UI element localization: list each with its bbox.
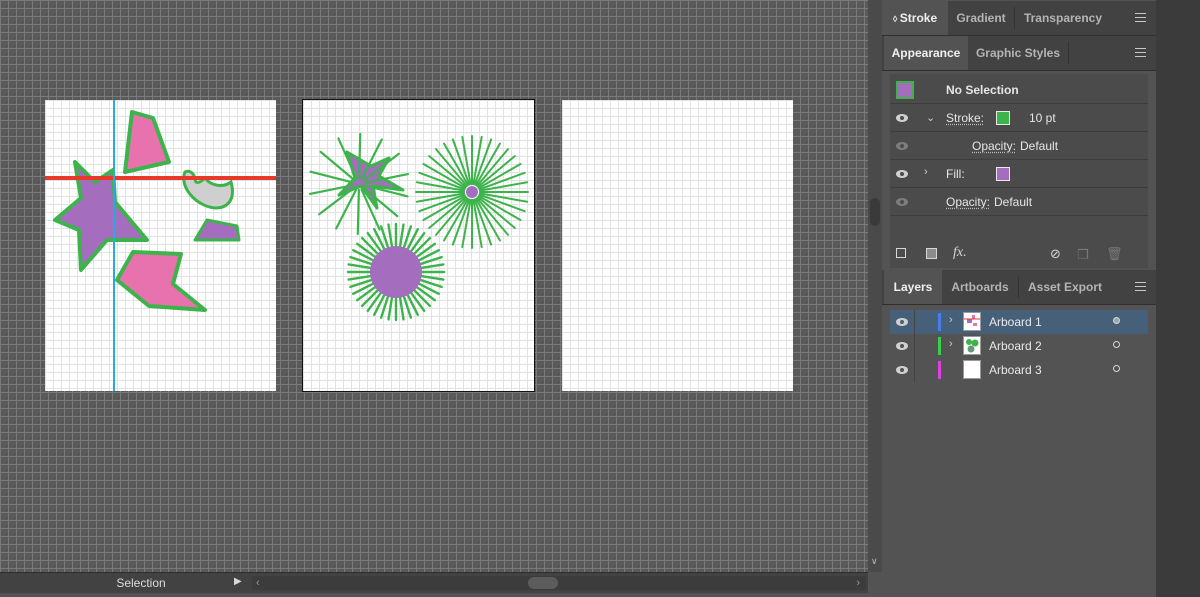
pink-quad-shape[interactable] <box>123 110 171 174</box>
layer-row[interactable]: Arboard 3 <box>890 358 1148 382</box>
layer-name[interactable]: Arboard 3 <box>989 363 1042 377</box>
appearance-opacity-row[interactable]: Opacity: Default <box>890 189 1148 216</box>
eye-icon[interactable] <box>896 366 908 374</box>
layer-row[interactable]: › Arboard 2 <box>890 334 1148 358</box>
horizontal-scrollbar[interactable]: ‹ › <box>252 576 866 590</box>
layer-row[interactable]: › Arboard 1 <box>890 310 1148 334</box>
tab-appearance[interactable]: Appearance <box>884 36 968 70</box>
vertical-scrollbar[interactable]: ∨ <box>868 0 882 572</box>
stroke-panel-tabs: ◊ Stroke Gradient Transparency <box>882 1 1156 36</box>
trash-icon[interactable]: 🗑 <box>1106 246 1123 262</box>
layer-name[interactable]: Arboard 2 <box>989 339 1042 353</box>
appearance-fill-row[interactable]: › Fill: <box>890 161 1148 188</box>
eye-icon[interactable] <box>896 142 908 150</box>
scroll-down-arrow-icon[interactable]: ∨ <box>871 556 878 567</box>
tab-graphic-styles[interactable]: Graphic Styles <box>968 36 1068 70</box>
right-dock-edge <box>1156 0 1200 597</box>
artboard-1[interactable] <box>45 100 276 391</box>
panel-menu-icon[interactable] <box>1135 282 1146 291</box>
fx-icon[interactable]: fx. <box>953 245 967 261</box>
stroke-opacity-value: Default <box>1020 139 1059 153</box>
tab-artboards[interactable]: Artboards <box>942 270 1018 304</box>
scroll-right-arrow-icon[interactable]: › <box>856 576 860 590</box>
eye-icon[interactable] <box>896 170 908 178</box>
tab-stroke[interactable]: ◊ Stroke <box>882 1 948 35</box>
appearance-stroke-row[interactable]: ⌄ Stroke: 10 pt <box>890 105 1148 132</box>
scroll-left-arrow-icon[interactable]: ‹ <box>256 576 260 590</box>
eye-icon[interactable] <box>896 342 908 350</box>
panel-menu-icon[interactable] <box>1135 48 1146 57</box>
current-tool-label[interactable]: Selection <box>56 573 226 593</box>
appearance-header-row: No Selection <box>890 76 1148 104</box>
layer-name[interactable]: Arboard 1 <box>989 315 1042 329</box>
flower-burst-shape[interactable] <box>346 222 446 322</box>
tab-transparency[interactable]: Transparency <box>1015 1 1111 35</box>
eye-icon[interactable] <box>896 198 908 206</box>
layer-color-indicator <box>938 313 941 331</box>
horizontal-scroll-thumb[interactable] <box>528 577 558 589</box>
panel-menu-icon[interactable] <box>1135 13 1146 22</box>
stroke-weight-value[interactable]: 10 pt <box>1029 111 1056 125</box>
eye-icon[interactable] <box>896 114 908 122</box>
clear-appearance-icon[interactable]: ⊘ <box>1050 246 1061 262</box>
layers-panel-tabs: Layers Artboards Asset Export <box>882 270 1156 305</box>
layer-thumbnail <box>963 336 981 355</box>
target-circle-icon[interactable] <box>1113 365 1120 372</box>
star-burst-shape[interactable] <box>308 132 410 236</box>
pink-arrow-shape[interactable] <box>115 250 207 312</box>
layer-thumbnail <box>963 312 981 331</box>
eye-icon[interactable] <box>896 318 908 326</box>
layer-color-indicator <box>938 337 941 355</box>
collapse-arrows-icon: ◊ <box>892 14 900 24</box>
appearance-footer-toolbar: fx. ⊘ ❐ 🗑 <box>890 244 1148 268</box>
chevron-right-icon[interactable]: › <box>949 338 953 350</box>
stroke-color-swatch[interactable] <box>996 111 1010 125</box>
tab-layers[interactable]: Layers <box>884 270 942 304</box>
appearance-stroke-opacity-row[interactable]: Opacity: Default <box>890 133 1148 160</box>
canvas[interactable] <box>0 0 868 572</box>
tab-gradient[interactable]: Gradient <box>948 1 1014 35</box>
opacity-value: Default <box>994 195 1033 209</box>
duplicate-item-icon[interactable]: ❐ <box>1077 247 1089 263</box>
chevron-down-icon[interactable]: ⌄ <box>926 111 935 124</box>
add-new-stroke-icon[interactable] <box>896 248 906 258</box>
sunburst-shape[interactable] <box>415 135 529 249</box>
fill-label[interactable]: Fill: <box>946 167 965 181</box>
chevron-right-icon[interactable]: › <box>949 314 953 326</box>
stroke-opacity-label[interactable]: Opacity: <box>972 139 1016 153</box>
artboard-2-artwork <box>308 132 529 322</box>
layers-list: › Arboard 1 › Arboard 2 Arboard 3 <box>890 308 1148 390</box>
artboard-1-artwork <box>45 100 276 391</box>
layer-color-indicator <box>938 361 941 379</box>
object-thumbnail <box>896 81 914 99</box>
add-new-fill-icon[interactable] <box>926 248 937 259</box>
small-purple-shape[interactable] <box>193 218 241 242</box>
tab-asset-export[interactable]: Asset Export <box>1019 270 1111 304</box>
stroke-label[interactable]: Stroke: <box>946 111 984 125</box>
artboard-2[interactable] <box>302 99 535 392</box>
opacity-label[interactable]: Opacity: <box>946 195 990 209</box>
appearance-panel: No Selection ⌄ Stroke: 10 pt Opacity: De… <box>890 74 1148 268</box>
status-bar: Selection ▶ ‹ › <box>0 572 868 593</box>
artboard-3[interactable] <box>562 100 793 391</box>
layer-thumbnail <box>963 360 981 379</box>
chevron-right-icon[interactable]: › <box>924 166 928 178</box>
fill-color-swatch[interactable] <box>996 167 1010 181</box>
target-circle-icon[interactable] <box>1113 341 1120 348</box>
vertical-scroll-thumb[interactable] <box>870 198 880 226</box>
status-menu-arrow-icon[interactable]: ▶ <box>234 576 242 587</box>
appearance-panel-tabs: Appearance Graphic Styles <box>882 36 1156 71</box>
selection-status: No Selection <box>946 83 1019 97</box>
panel-dock: ◊ Stroke Gradient Transparency Appearanc… <box>882 0 1156 597</box>
target-circle-icon[interactable] <box>1113 317 1120 324</box>
